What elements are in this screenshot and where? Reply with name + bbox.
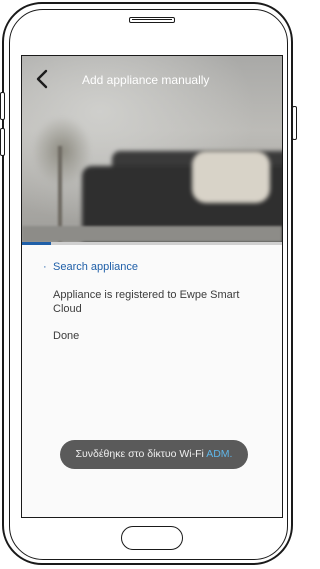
page-title: Add appliance manually: [82, 73, 210, 87]
step-search-appliance: · Search appliance: [43, 260, 253, 274]
toast-text: Συνδέθηκε στο δίκτυο Wi-Fi: [75, 448, 207, 460]
active-step-marker: ·: [43, 261, 47, 273]
step-done: Done: [53, 329, 253, 343]
earpiece-speaker: [129, 17, 175, 23]
volume-button: [0, 92, 5, 120]
volume-button-lower: [0, 128, 5, 156]
step-label: Appliance is registered to Ewpe Smart Cl…: [53, 289, 240, 315]
progress-bar: [22, 242, 282, 245]
step-label: Search appliance: [53, 261, 139, 273]
app-screen: Add appliance manually · Search applianc…: [21, 55, 283, 518]
step-register-cloud: Appliance is registered to Ewpe Smart Cl…: [53, 288, 253, 316]
home-button[interactable]: [121, 526, 183, 550]
power-button: [292, 106, 297, 140]
toast-message: Συνδέθηκε στο δίκτυο Wi-Fi ADM.: [60, 440, 248, 469]
chevron-left-icon: [36, 69, 48, 89]
progress-fill: [22, 242, 51, 245]
back-button[interactable]: [32, 68, 54, 90]
wifi-ssid: ADM.: [206, 448, 233, 460]
step-label: Done: [53, 330, 80, 342]
